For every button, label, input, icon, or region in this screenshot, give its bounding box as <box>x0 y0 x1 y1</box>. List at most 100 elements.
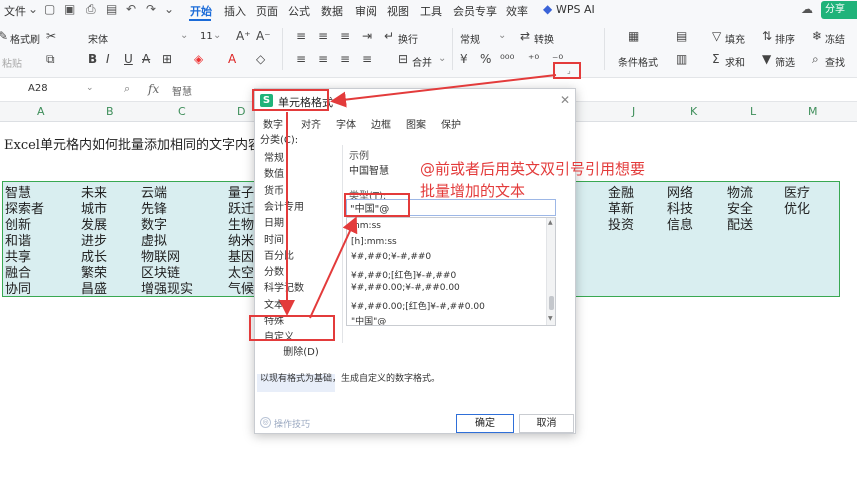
tab-wps-ai[interactable]: WPS AI <box>556 3 595 16</box>
italic-icon[interactable]: I <box>106 52 110 66</box>
undo-icon[interactable]: ↶ <box>126 2 136 16</box>
column-header-j[interactable]: J <box>632 105 635 118</box>
redo-icon[interactable]: ↷ <box>146 2 156 16</box>
tab-home[interactable]: 开始 <box>190 3 212 19</box>
wrap-label[interactable]: 换行 <box>398 31 418 46</box>
align-right-icon[interactable]: ≡ <box>340 52 350 66</box>
format-code-list[interactable]: ▲ ▼ mm:ss [h]:mm:ss ¥#,##0;¥-#,##0 ¥#,##0;[… <box>346 217 556 326</box>
format-painter-icon[interactable]: ✎ <box>0 29 8 43</box>
name-box[interactable]: A28 <box>28 83 48 94</box>
tips-link[interactable]: 操作技巧 <box>274 417 310 430</box>
scrollbar-thumb[interactable] <box>549 296 554 310</box>
cloud-sync-icon[interactable]: ☁ <box>801 2 813 16</box>
category-item[interactable]: 日期 <box>264 214 284 229</box>
increase-font-icon[interactable]: A⁺ <box>236 29 251 43</box>
align-top-icon[interactable]: ≡ <box>296 29 306 43</box>
fill-label[interactable]: 填充 <box>725 31 745 46</box>
merge-icon[interactable]: ⊟ <box>398 52 408 66</box>
column-header-a[interactable]: A <box>37 105 45 118</box>
column-header-d[interactable]: D <box>237 105 245 118</box>
sort-label[interactable]: 排序 <box>775 31 795 46</box>
cell-k-3[interactable]: 信息 <box>667 214 693 233</box>
format-code-item[interactable]: ¥#,##0.00;¥-#,##0.00 <box>351 283 460 293</box>
sum-icon[interactable]: Σ <box>712 52 720 66</box>
cell-j-3[interactable]: 投资 <box>608 214 634 233</box>
paste-label[interactable]: 粘贴 <box>2 55 22 70</box>
category-list[interactable]: 常规 数值 货币 会计专用 日期 时间 百分比 分数 科学记数 文本 特殊 自定义 <box>257 145 343 392</box>
format-code-item[interactable]: "中国"@ <box>351 314 386 325</box>
format-list-scrollbar[interactable]: ▲ ▼ <box>546 218 555 325</box>
tab-alignment[interactable]: 对齐 <box>301 116 321 131</box>
sum-label[interactable]: 求和 <box>725 54 745 69</box>
cell-a-7[interactable]: 协同 <box>5 278 31 297</box>
menu-file[interactable]: 文件 <box>4 3 26 19</box>
copy-icon[interactable]: ⧉ <box>46 52 55 67</box>
scroll-up-icon[interactable]: ▲ <box>548 219 553 226</box>
close-icon[interactable]: ✕ <box>560 93 570 107</box>
category-item[interactable]: 会计专用 <box>264 198 304 213</box>
chevron-down-icon[interactable]: ⌄ <box>164 2 174 16</box>
category-item[interactable]: 时间 <box>264 231 284 246</box>
align-bottom-icon[interactable]: ≡ <box>340 29 350 43</box>
convert-icon[interactable]: ⇄ <box>520 29 530 43</box>
print-icon[interactable]: ⎙ <box>86 2 96 17</box>
tab-insert[interactable]: 插入 <box>224 3 246 19</box>
percent-icon[interactable]: % <box>480 52 491 66</box>
delete-button[interactable]: 删除(D) <box>273 344 329 361</box>
cell-style-icon[interactable]: ▥ <box>676 52 687 66</box>
tips-icon[interactable]: ◎ <box>260 417 271 428</box>
category-item[interactable]: 文本 <box>264 296 284 311</box>
category-item[interactable]: 分数 <box>264 263 284 278</box>
indent-icon[interactable]: ⇥ <box>362 29 372 43</box>
cell-c-7[interactable]: 增强现实 <box>141 278 193 297</box>
format-code-item[interactable]: ¥#,##0;[红色]¥-#,##0 <box>351 268 456 281</box>
wrap-icon[interactable]: ↵ <box>384 29 394 43</box>
clear-format-icon[interactable]: ◇ <box>256 52 265 66</box>
align-center-icon[interactable]: ≡ <box>318 52 328 66</box>
column-header-c[interactable]: C <box>178 105 186 118</box>
chevron-down-icon[interactable]: ⌄ <box>438 53 446 64</box>
chevron-down-icon[interactable]: ⌄ <box>28 2 38 16</box>
save-icon[interactable]: ▣ <box>64 2 75 16</box>
format-painter-label[interactable]: 格式刷 <box>10 31 40 46</box>
scroll-down-icon[interactable]: ▼ <box>548 315 553 322</box>
column-header-m[interactable]: M <box>808 105 818 118</box>
tab-data[interactable]: 数据 <box>321 3 343 19</box>
print-preview-icon[interactable]: ▤ <box>106 2 117 16</box>
cell-m-2[interactable]: 优化 <box>784 198 810 217</box>
tab-review[interactable]: 审阅 <box>355 3 377 19</box>
tab-view[interactable]: 视图 <box>387 3 409 19</box>
cut-icon[interactable]: ✂ <box>46 29 56 43</box>
font-name-select[interactable]: 宋体 <box>88 31 108 46</box>
fill-icon[interactable]: ▽ <box>712 29 721 43</box>
category-item[interactable]: 常规 <box>264 149 284 164</box>
conditional-format-icon[interactable]: ▦ <box>628 29 639 43</box>
column-header-b[interactable]: B <box>106 105 114 118</box>
tab-protection[interactable]: 保护 <box>441 116 461 131</box>
tab-member[interactable]: 会员专享 <box>453 3 497 19</box>
decrease-font-icon[interactable]: A⁻ <box>256 29 271 43</box>
format-code-item[interactable]: ¥#,##0.00;[红色]¥-#,##0.00 <box>351 299 485 312</box>
zoom-icon[interactable]: ⌕ <box>124 82 130 96</box>
filter-label[interactable]: 筛选 <box>775 54 795 69</box>
category-item[interactable]: 货币 <box>264 182 284 197</box>
fill-color-icon[interactable]: ◈ <box>194 52 203 66</box>
bold-icon[interactable]: B <box>88 52 97 66</box>
chevron-down-icon[interactable]: ⌄ <box>498 30 506 41</box>
increase-decimal-icon[interactable]: ⁺⁰ <box>528 52 539 66</box>
column-header-k[interactable]: K <box>690 105 697 118</box>
formula-input[interactable]: 智慧 <box>172 83 192 98</box>
cell-l-3[interactable]: 配送 <box>727 214 753 233</box>
chevron-down-icon[interactable]: ⌄ <box>180 30 188 41</box>
thousands-icon[interactable]: ⁰⁰⁰ <box>500 52 514 66</box>
merge-label[interactable]: 合并 <box>412 54 432 69</box>
tab-formula[interactable]: 公式 <box>288 3 310 19</box>
tab-tools[interactable]: 工具 <box>420 3 442 19</box>
tab-pattern[interactable]: 图案 <box>406 116 426 131</box>
convert-label[interactable]: 转换 <box>534 31 554 46</box>
tab-efficiency[interactable]: 效率 <box>506 3 528 19</box>
category-item[interactable]: 科学记数 <box>264 279 304 294</box>
tab-page[interactable]: 页面 <box>256 3 278 19</box>
new-file-icon[interactable]: ▢ <box>44 2 55 16</box>
tab-number[interactable]: 数字 <box>263 116 283 131</box>
